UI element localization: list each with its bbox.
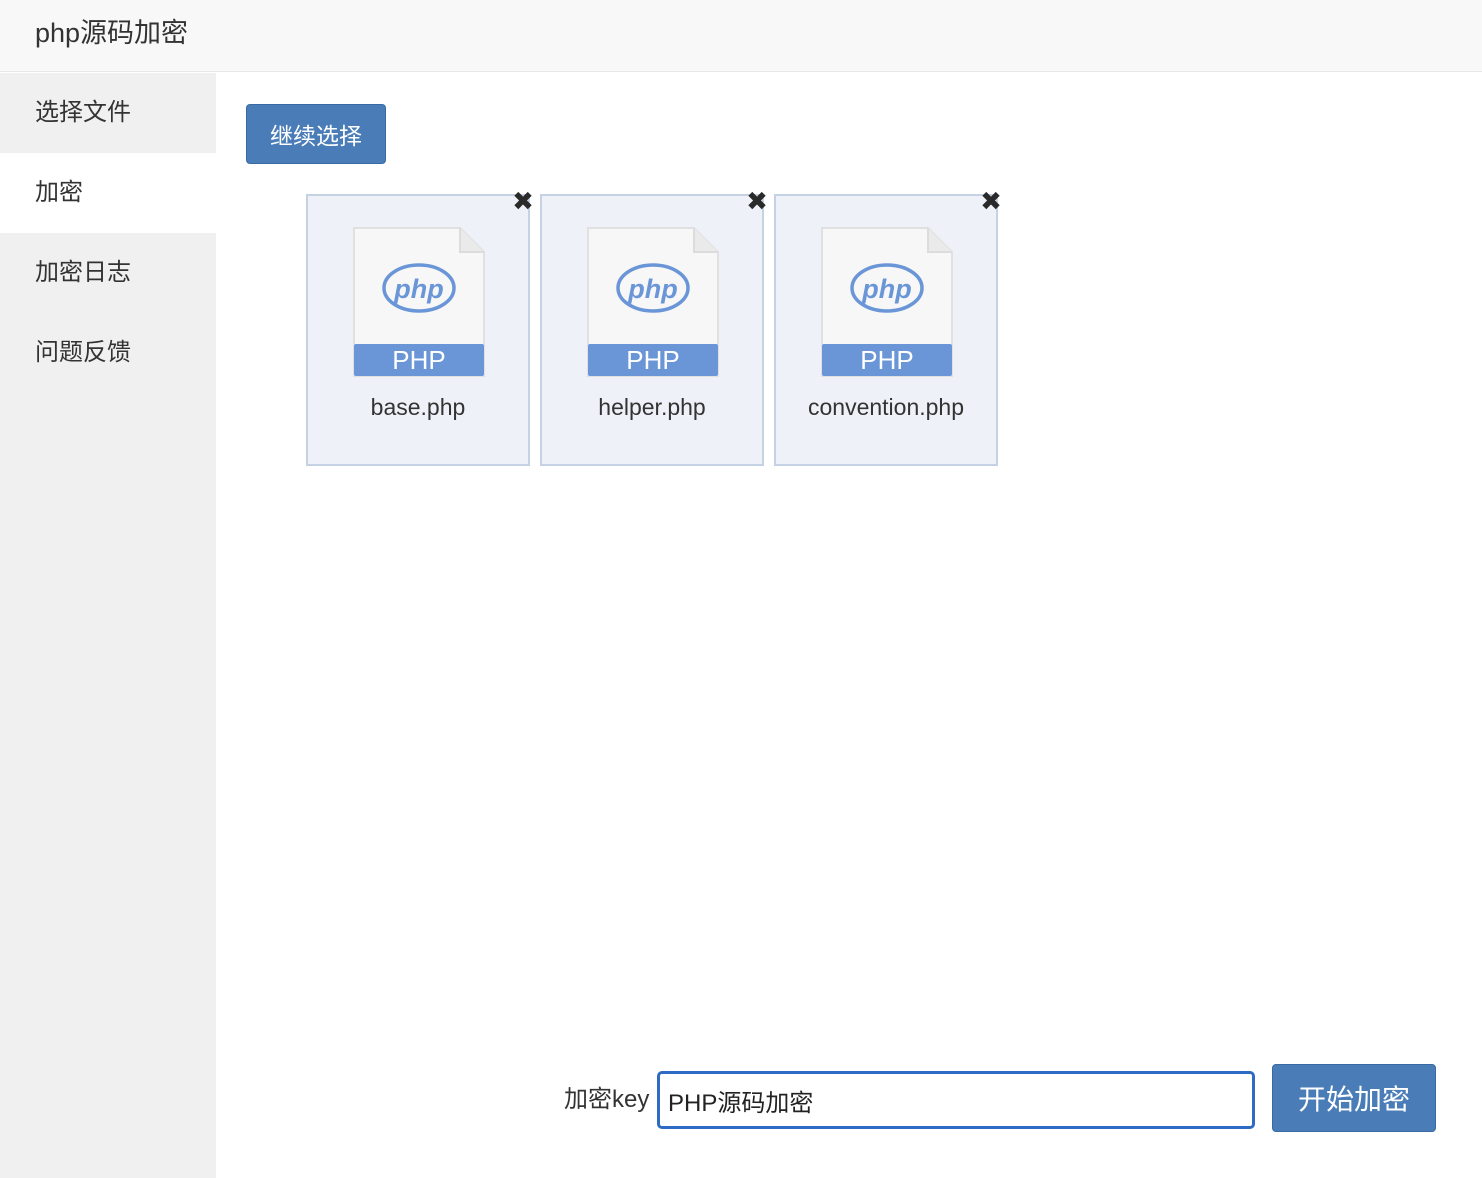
sidebar-item-select-files[interactable]: 选择文件 — [0, 73, 216, 153]
php-logo-text: php — [393, 274, 443, 304]
php-badge-text: PHP — [392, 345, 445, 375]
file-card: ✖ php PHP convention.php — [774, 188, 1002, 466]
php-badge-text: PHP — [860, 345, 913, 375]
app-header: php源码加密 — [0, 0, 1482, 72]
file-name: base.php — [370, 394, 466, 420]
close-x-icon[interactable]: ✖ — [978, 188, 1004, 214]
php-file-icon: php PHP — [352, 226, 486, 378]
continue-select-button[interactable]: 继续选择 — [246, 104, 386, 164]
file-card: ✖ php PHP helper.php — [540, 188, 768, 466]
php-logo-text: php — [861, 274, 911, 304]
sidebar-item-encrypt[interactable]: 加密 — [0, 153, 216, 233]
close-x-icon[interactable]: ✖ — [744, 188, 770, 214]
php-file-icon: php PHP — [820, 226, 954, 378]
file-name: convention.php — [807, 394, 964, 420]
file-card: ✖ php PHP base.php — [306, 188, 534, 466]
encrypt-key-input[interactable] — [657, 1071, 1255, 1129]
sidebar: 选择文件 加密 加密日志 问题反馈 — [0, 73, 216, 1178]
file-name: helper.php — [598, 394, 706, 420]
start-encrypt-button[interactable]: 开始加密 — [1272, 1064, 1436, 1132]
close-x-icon[interactable]: ✖ — [510, 188, 536, 214]
php-badge-text: PHP — [626, 345, 679, 375]
php-file-icon: php PHP — [586, 226, 720, 378]
encrypt-key-label: 加密key — [564, 1086, 650, 1113]
app-title: php源码加密 — [35, 18, 189, 48]
sidebar-item-encrypt-log[interactable]: 加密日志 — [0, 233, 216, 313]
sidebar-item-feedback[interactable]: 问题反馈 — [0, 313, 216, 393]
main-content: 继续选择 ✖ php PHP base.php ✖ php PHP helper… — [216, 73, 1482, 1178]
php-logo-text: php — [627, 274, 677, 304]
